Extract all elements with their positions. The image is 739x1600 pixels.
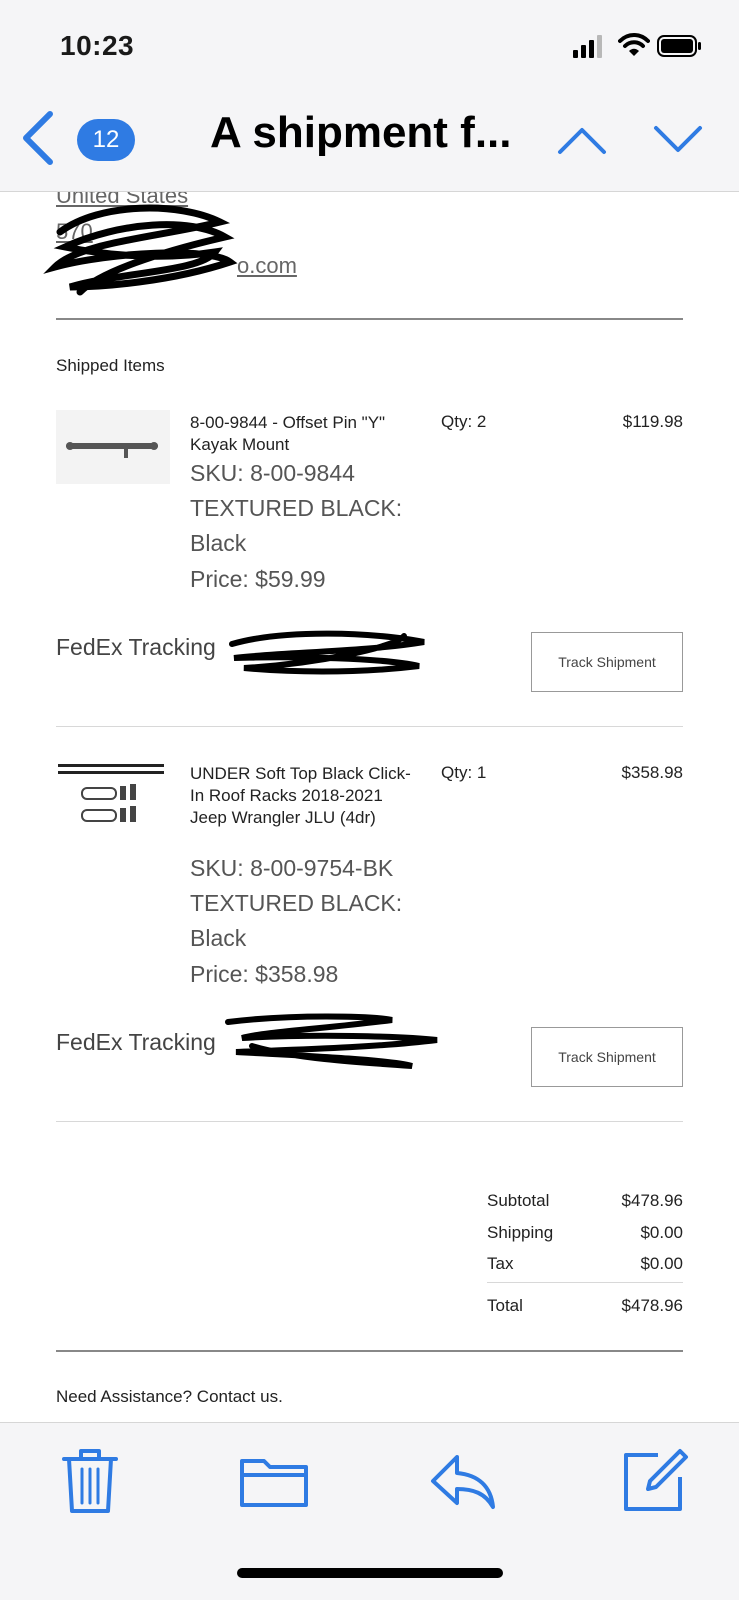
tracking-label: FedEx Tracking xyxy=(56,634,216,660)
redaction-scribble xyxy=(43,204,238,296)
home-indicator[interactable] xyxy=(237,1568,503,1578)
item-qty: Qty: 1 xyxy=(441,763,487,782)
status-time: 10:23 xyxy=(60,30,135,61)
roof-racks-image xyxy=(58,764,164,822)
shipped-items-heading: Shipped Items xyxy=(56,356,165,375)
chevron-down-icon[interactable] xyxy=(652,120,704,160)
top-navigation-bar: 10:23 12 A shipment f... xyxy=(0,0,739,192)
chevron-up-icon[interactable] xyxy=(556,120,608,160)
assistance-link[interactable]: Need Assistance? Contact us. xyxy=(56,1387,283,1407)
item-option-label: TEXTURED BLACK: xyxy=(190,890,403,916)
unread-count-badge[interactable]: 12 xyxy=(77,119,135,161)
back-chevron-icon[interactable] xyxy=(18,110,58,166)
product-image-roof-racks[interactable] xyxy=(56,760,170,834)
wifi-icon xyxy=(618,33,650,56)
kayak-mount-image xyxy=(66,442,158,458)
track-shipment-button[interactable]: Track Shipment xyxy=(531,632,683,692)
address-email[interactable]: o.com xyxy=(237,253,297,279)
reply-icon[interactable] xyxy=(427,1445,499,1517)
tracking-label: FedEx Tracking xyxy=(56,1029,216,1055)
page-title: A shipment f... xyxy=(210,108,512,157)
track-shipment-button[interactable]: Track Shipment xyxy=(531,1027,683,1087)
item-option-value: Black xyxy=(190,925,247,951)
redaction-scribble xyxy=(229,630,425,675)
divider xyxy=(56,726,683,727)
product-image-kayak-mount[interactable] xyxy=(56,410,170,484)
tax-value: $0.00 xyxy=(640,1254,683,1273)
item-price: $358.98 xyxy=(621,763,683,782)
item-option-label: TEXTURED BLACK: xyxy=(190,495,403,521)
total-value: $478.96 xyxy=(621,1296,683,1315)
item-title: 8-00-9844 - Offset Pin "Y" Kayak Mount xyxy=(190,413,386,454)
divider xyxy=(56,1350,683,1352)
redaction-scribble xyxy=(225,1013,438,1069)
totals-divider xyxy=(487,1282,683,1283)
item-option-value: Black xyxy=(190,530,247,556)
item-title: UNDER Soft Top Black Click-In Roof Racks… xyxy=(190,764,411,827)
shipping-label: Shipping xyxy=(487,1223,554,1242)
divider xyxy=(56,1121,683,1122)
trash-icon[interactable] xyxy=(60,1445,120,1517)
tax-label: Tax xyxy=(487,1254,514,1273)
subtotal-label: Subtotal xyxy=(487,1191,550,1210)
item-qty: Qty: 2 xyxy=(441,412,487,431)
divider xyxy=(56,318,683,320)
folder-icon[interactable] xyxy=(238,1445,310,1517)
item-price: $119.98 xyxy=(622,412,683,431)
email-body: United States 570 o.com Shipped Items 8-… xyxy=(0,0,739,1600)
cellular-signal-icon xyxy=(573,35,602,58)
item-unit-price: Price: $358.98 xyxy=(190,961,339,987)
item-sku: SKU: 8-00-9844 xyxy=(190,460,355,486)
item-sku: SKU: 8-00-9754-BK xyxy=(190,855,394,881)
item-unit-price: Price: $59.99 xyxy=(190,566,326,592)
battery-icon xyxy=(657,35,701,57)
subtotal-value: $478.96 xyxy=(621,1191,683,1210)
shipping-value: $0.00 xyxy=(640,1223,683,1242)
compose-icon[interactable] xyxy=(618,1445,690,1517)
total-label: Total xyxy=(487,1296,523,1315)
